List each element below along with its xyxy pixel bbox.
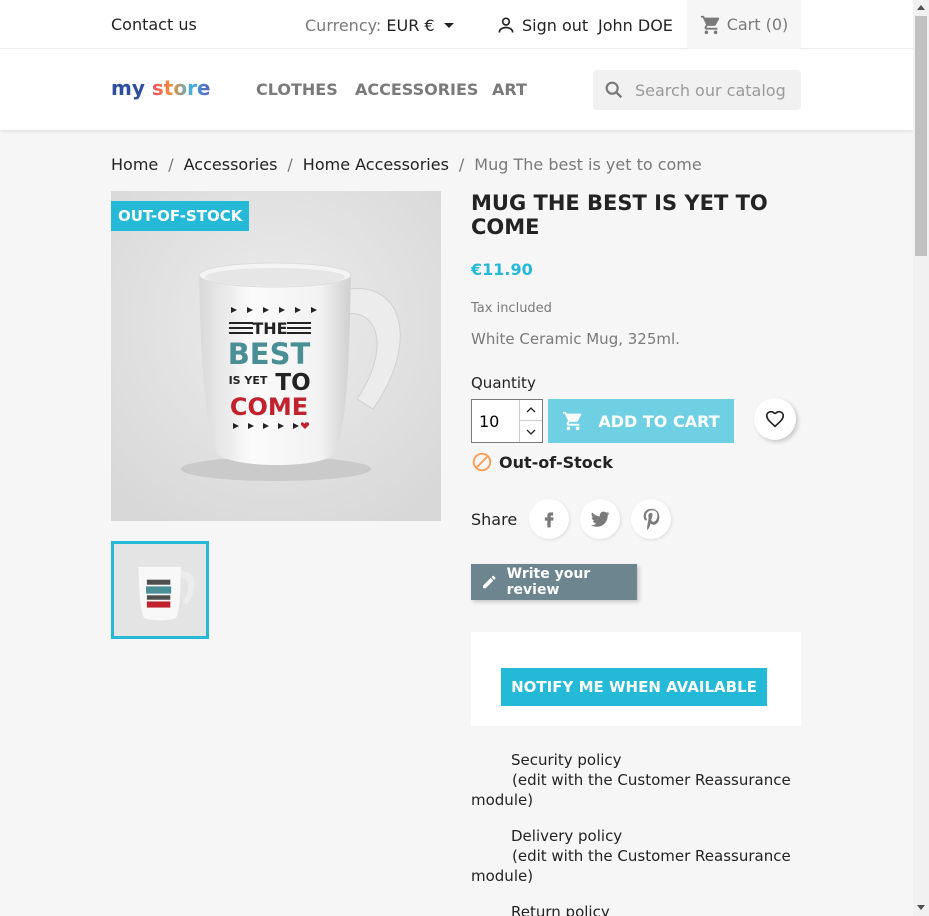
notify-me-button[interactable]: NOTIFY ME WHEN AVAILABLE [501,668,767,706]
mug-text-the: THE [252,319,287,338]
scrollbar-thumb[interactable] [915,16,927,256]
contact-link[interactable]: Contact us [111,15,197,34]
reassurance-note-text: (edit with the Customer Reassurance modu… [471,771,791,809]
breadcrumb-current: Mug The best is yet to come [474,155,702,174]
breadcrumb-separator: / [168,155,174,174]
scroll-up-arrow-icon[interactable] [917,5,925,10]
reassurance-title: Security policy [511,751,622,769]
page-scrollbar[interactable] [913,0,929,916]
block-icon [472,452,492,472]
wishlist-button[interactable] [754,398,796,440]
share-label: Share [471,509,518,529]
quantity-input[interactable] [472,400,518,442]
search-box [593,70,801,110]
email-alert-panel: NOTIFY ME WHEN AVAILABLE [471,632,801,726]
out-of-stock-flag: OUT-OF-STOCK [111,201,250,231]
product-title: MUG THE BEST IS YET TO COME [471,191,768,239]
chevron-up-icon [526,407,536,413]
scroll-down-arrow-icon[interactable] [917,905,925,910]
availability-label: Out-of-Stock [499,452,613,472]
currency-selector[interactable]: Currency: EUR € [305,16,454,35]
write-review-button[interactable]: Write your review [471,564,637,600]
search-icon[interactable] [603,79,625,101]
quantity-decrease-button[interactable] [519,421,542,442]
mug-text-best: BEST [228,337,311,371]
breadcrumb-separator: / [287,155,293,174]
cart-icon [700,15,719,34]
store-logo[interactable]: my store [111,76,211,100]
product-cover-image[interactable]: THE BEST IS YET TO COME [111,191,441,521]
quantity-label: Quantity [471,374,536,392]
cart-button[interactable]: Cart (0) [687,0,801,49]
currency-value: EUR € [386,16,435,35]
twitter-share-button[interactable] [580,499,621,539]
product-thumbnail[interactable] [111,541,209,639]
account-link[interactable]: John DOE [598,16,673,35]
mug-thumbnail-illustration [114,544,206,636]
caret-down-icon [443,23,454,28]
breadcrumb-separator: / [458,155,465,174]
breadcrumb-home-accessories[interactable]: Home Accessories [303,155,449,174]
mug-text-is-yet: IS YET [229,374,268,387]
menu-item-accessories[interactable]: ACCESSORIES [355,80,478,99]
reassurance-security: Security policy (edit with the Customer … [471,750,801,810]
sign-out-label: Sign out [522,15,589,35]
facebook-icon [545,512,554,528]
availability: Out-of-Stock [471,451,613,473]
mug-text-come: COME [230,393,308,421]
heart-icon [765,410,785,428]
search-input[interactable] [635,80,785,100]
logo-my: my [111,76,145,100]
social-share: Share [471,499,682,539]
breadcrumb-home[interactable]: Home [111,155,158,174]
breadcrumb: Home / Accessories / Home Accessories / … [111,155,702,174]
quantity-increase-button[interactable] [519,400,542,421]
menu-item-art[interactable]: ART [492,80,527,99]
cart-icon [563,411,582,431]
facebook-share-button[interactable] [529,499,570,539]
currency-label: Currency: [305,16,382,35]
mug-illustration: THE BEST IS YET TO COME [111,191,441,521]
reassurance-note: (edit with the Customer Reassurance modu… [471,770,801,810]
quantity-stepper [471,399,543,443]
write-review-label: Write your review [506,566,591,598]
add-to-cart-label: ADD TO CART [598,411,720,431]
pinterest-share-button[interactable] [631,499,672,539]
reassurance-delivery: Delivery policy (edit with the Customer … [471,826,801,886]
reassurance-title: Delivery policy [511,827,623,845]
page: Contact us Currency: EUR € Sign out John… [0,0,913,916]
logo-store: store [151,76,211,100]
reassurance-title: Return policy [511,903,610,916]
cart-label: Cart (0) [726,15,789,34]
reassurance-note-text: (edit with the Customer Reassurance modu… [471,847,791,885]
twitter-icon [591,511,610,527]
header: my store CLOTHES ACCESSORIES ART [0,49,913,130]
menu-item-clothes[interactable]: CLOTHES [256,80,338,99]
sign-out-link[interactable]: Sign out [496,15,588,35]
add-to-cart-button[interactable]: ADD TO CART [548,399,734,443]
reassurance-note: (edit with the Customer Reassurance modu… [471,846,801,886]
top-nav: Contact us Currency: EUR € Sign out John… [0,0,913,49]
reassurance-return: Return policy [471,902,801,916]
user-icon [498,17,514,33]
pencil-icon [483,575,496,589]
chevron-down-icon [526,429,536,435]
product-price: €11.90 [471,260,533,279]
product-description: White Ceramic Mug, 325ml. [471,330,680,348]
pinterest-icon [643,508,660,530]
tax-label: Tax included [471,301,552,316]
breadcrumb-accessories[interactable]: Accessories [184,155,278,174]
